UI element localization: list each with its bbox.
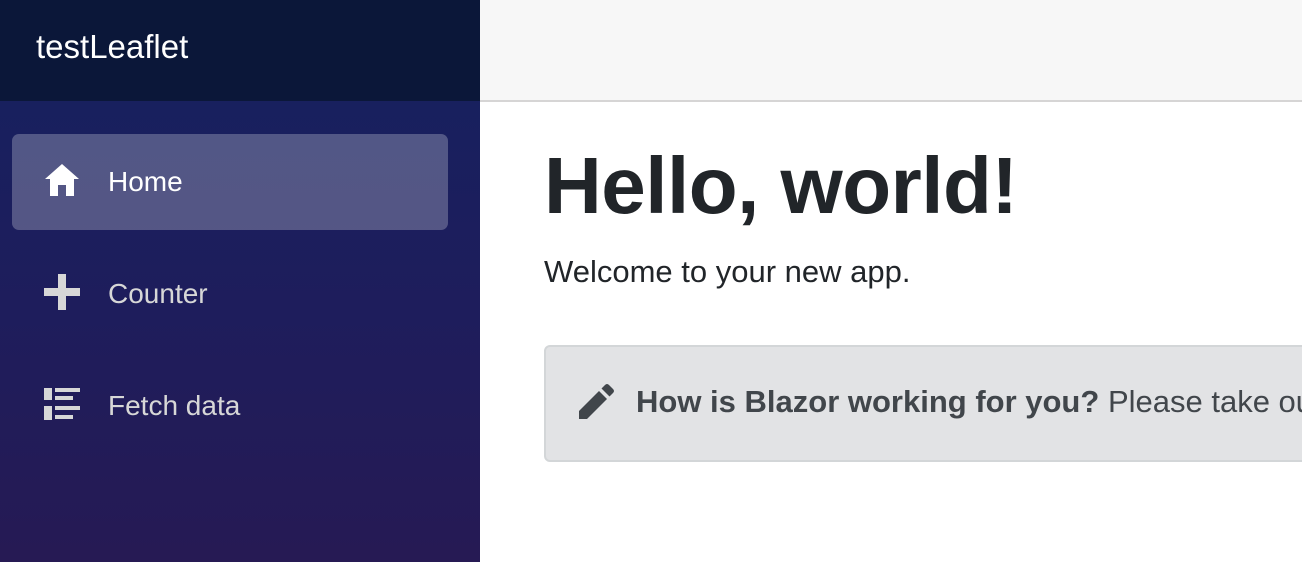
nav-item-fetch-data[interactable]: Fetch data — [12, 358, 448, 454]
survey-alert: How is Blazor working for you? Please ta… — [544, 345, 1302, 462]
list-rich-icon — [44, 386, 80, 422]
welcome-text: Welcome to your new app. — [544, 254, 911, 289]
nav-item-home[interactable]: Home — [12, 134, 448, 230]
home-icon — [44, 162, 80, 198]
nav-item-label: Counter — [108, 278, 208, 309]
brand-link[interactable]: testLeaflet — [36, 28, 188, 66]
survey-question: How is Blazor working for you? — [636, 384, 1100, 419]
top-row — [480, 0, 1302, 102]
nav-item-counter[interactable]: Counter — [12, 246, 448, 342]
nav-item-label: Home — [108, 166, 183, 197]
sidebar: testLeaflet Home Counter Fetch data — [0, 0, 480, 562]
nav-menu: Home Counter Fetch data — [0, 101, 480, 454]
plus-icon — [44, 274, 80, 310]
nav-item-label: Fetch data — [108, 390, 241, 421]
page-title: Hello, world! — [544, 141, 1018, 230]
survey-text: How is Blazor working for you? Please ta… — [636, 384, 1302, 420]
survey-prompt: Please take our — [1107, 384, 1302, 419]
brand-bar: testLeaflet — [0, 0, 480, 101]
main-content: Hello, world! Welcome to your new app. H… — [544, 102, 1302, 562]
pencil-icon — [576, 382, 616, 422]
